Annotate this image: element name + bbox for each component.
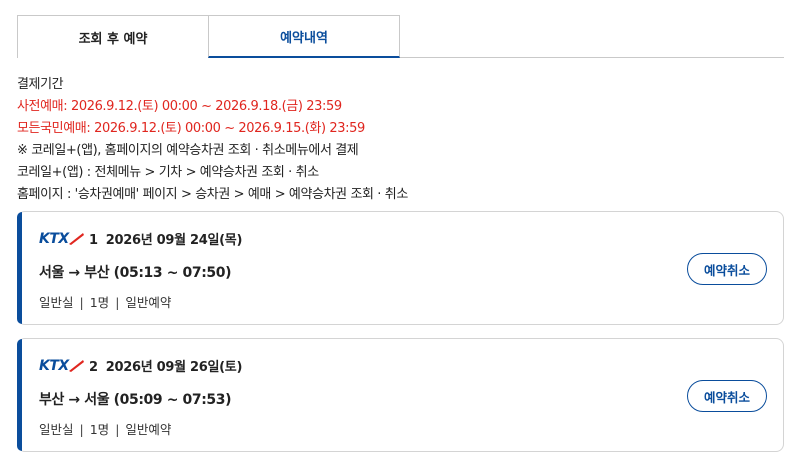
ktx-swoosh bbox=[69, 360, 84, 372]
web-path-note: 홈페이지 : '승차권예매' 페이지 > 승차권 > 예매 > 예약승차권 조회… bbox=[17, 187, 408, 202]
seat-class: 일반실 bbox=[39, 295, 74, 310]
ktx-logo-text: KTX bbox=[39, 358, 70, 373]
app-path-note: 코레일+(앱) : 전체메뉴 > 기차 > 예약승차권 조회 · 취소 bbox=[17, 165, 319, 180]
tab-bar: 조회 후 예약 예약내역 bbox=[17, 15, 784, 58]
ticket-detail: 일반실 | 1명 | 일반예약 bbox=[39, 419, 171, 438]
payment-period-title: 결제기간 bbox=[17, 77, 64, 92]
ktx-swoosh bbox=[69, 233, 84, 245]
reservation-type: 일반예약 bbox=[125, 295, 172, 310]
separator: | bbox=[79, 422, 84, 437]
ktx-logo-icon: KTX bbox=[39, 231, 84, 246]
passenger-count: 1명 bbox=[89, 422, 110, 437]
reservation-index: 1 bbox=[89, 233, 98, 248]
separator: | bbox=[115, 295, 120, 310]
separator: | bbox=[79, 295, 84, 310]
travel-date: 2026년 09월 24일(목) bbox=[105, 233, 243, 248]
separator: | bbox=[115, 422, 120, 437]
reservation-card: KTX 2 2026년 09월 26일(토) 부산 → 서울 (05:09 ~ 0… bbox=[17, 338, 784, 452]
route-time: 서울 → 부산 (05:13 ~ 07:50) bbox=[39, 265, 232, 281]
ktx-logo-icon: KTX bbox=[39, 358, 84, 373]
payment-note: ※ 코레일+(앱), 홈페이지의 예약승차권 조회 · 취소메뉴에서 결제 bbox=[17, 143, 359, 158]
train-date-row: 2 2026년 09월 26일(토) bbox=[89, 356, 242, 375]
cancel-reservation-button[interactable]: 예약취소 bbox=[687, 253, 767, 285]
passenger-count: 1명 bbox=[89, 295, 110, 310]
payment-period-info: 결제기간 사전예매: 2026.9.12.(토) 00:00 ~ 2026.9.… bbox=[17, 74, 408, 206]
travel-date: 2026년 09월 26일(토) bbox=[105, 360, 243, 375]
train-date-row: 1 2026년 09월 24일(목) bbox=[89, 229, 242, 248]
cancel-reservation-button[interactable]: 예약취소 bbox=[687, 380, 767, 412]
all-citizen-period: 모든국민예매: 2026.9.12.(토) 00:00 ~ 2026.9.15.… bbox=[17, 121, 365, 136]
seat-class: 일반실 bbox=[39, 422, 74, 437]
reservation-type: 일반예약 bbox=[125, 422, 172, 437]
presale-period: 사전예매: 2026.9.12.(토) 00:00 ~ 2026.9.18.(금… bbox=[17, 99, 342, 114]
reservation-card: KTX 1 2026년 09월 24일(목) 서울 → 부산 (05:13 ~ 0… bbox=[17, 211, 784, 325]
reservation-index: 2 bbox=[89, 360, 98, 375]
tab-search-reserve[interactable]: 조회 후 예약 bbox=[17, 15, 209, 58]
route-time: 부산 → 서울 (05:09 ~ 07:53) bbox=[39, 392, 232, 408]
tab-reservation-history[interactable]: 예약내역 bbox=[208, 15, 400, 58]
ktx-logo-text: KTX bbox=[39, 231, 70, 246]
ticket-detail: 일반실 | 1명 | 일반예약 bbox=[39, 292, 171, 311]
